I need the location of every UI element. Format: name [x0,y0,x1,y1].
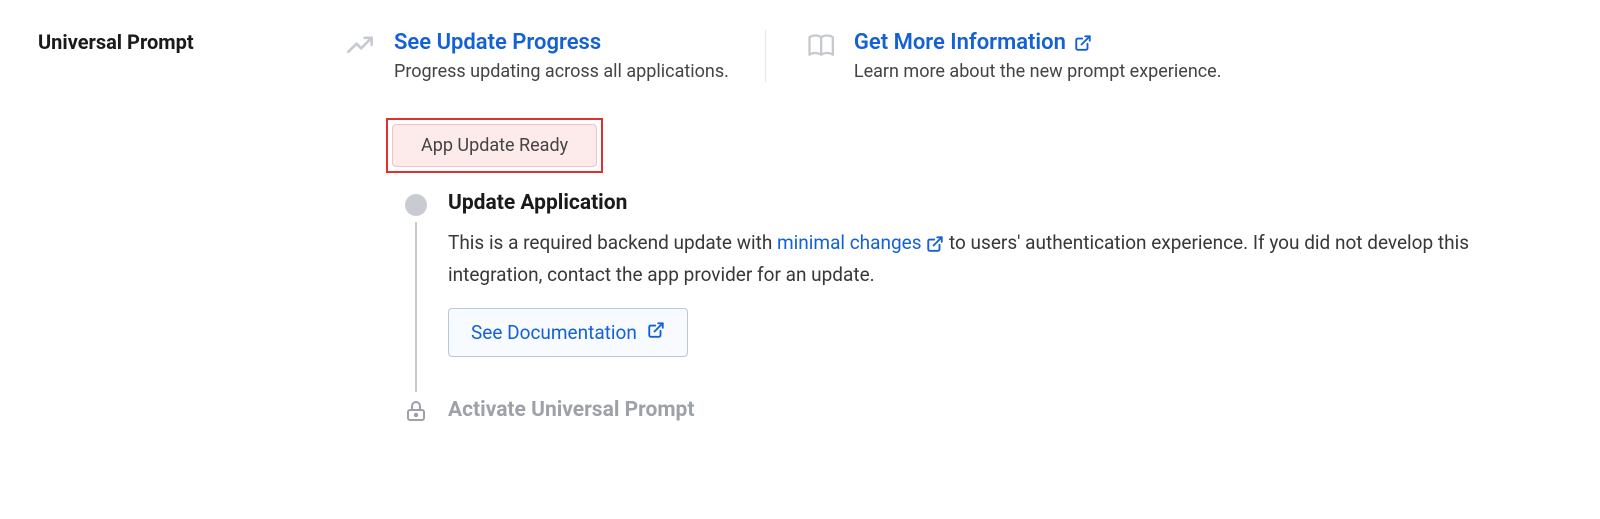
step-text-before: This is a required backend update with [448,231,777,254]
status-badge-highlight: App Update Ready [386,118,603,173]
book-icon [802,30,838,66]
info-card: Get More Information Learn more about th… [765,30,1222,82]
trend-up-icon [342,30,378,66]
info-cards-row: See Update Progress Progress updating ac… [342,30,1568,82]
get-more-information-link[interactable]: Get More Information [854,30,1222,55]
universal-prompt-section: Universal Prompt See Update Progress Pro… [32,30,1568,434]
step-marker-column [404,398,428,424]
link-label: minimal changes [777,231,922,254]
external-link-icon [647,321,665,344]
external-link-icon [1074,34,1092,52]
external-link-icon [926,235,944,253]
status-badge: App Update Ready [392,124,597,167]
step-activate-universal-prompt: Activate Universal Prompt [404,398,1568,434]
button-label: See Documentation [471,321,637,344]
progress-card: See Update Progress Progress updating ac… [342,30,765,82]
minimal-changes-link[interactable]: minimal changes [777,231,926,254]
progress-card-desc: Progress updating across all application… [394,61,729,82]
section-content-column: See Update Progress Progress updating ac… [342,30,1568,434]
section-title: Universal Prompt [38,30,342,54]
lock-icon [404,398,428,424]
section-label-column: Universal Prompt [32,30,342,54]
step-marker-column [404,191,428,398]
step-description: This is a required backend update with m… [448,227,1568,292]
see-update-progress-link[interactable]: See Update Progress [394,30,729,55]
timeline: Update Application This is a required ba… [404,191,1568,434]
step-update-application: Update Application This is a required ba… [404,191,1568,398]
step-title: Update Application [448,191,1568,215]
step-title: Activate Universal Prompt [448,398,694,422]
step-connector [415,222,417,392]
link-label: Get More Information [854,30,1066,55]
see-documentation-button[interactable]: See Documentation [448,308,688,357]
info-card-desc: Learn more about the new prompt experien… [854,61,1222,82]
step-dot-icon [405,194,427,216]
link-label: See Update Progress [394,30,601,55]
